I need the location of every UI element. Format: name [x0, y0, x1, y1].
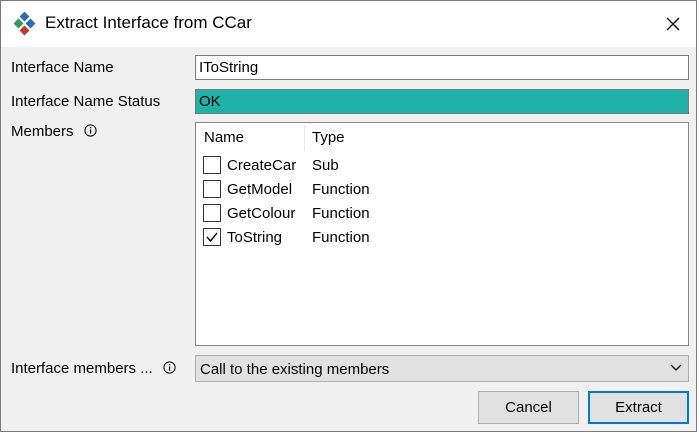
info-icon[interactable] — [163, 361, 176, 374]
interface-name-status-label: Interface Name Status — [11, 93, 161, 110]
member-type: Sub — [312, 157, 339, 174]
title-bar: Extract Interface from CCar — [1, 1, 696, 47]
members-label-group: Members — [11, 123, 97, 140]
interface-members-label-group: Interface members ... — [11, 360, 176, 377]
member-name: GetColour — [227, 205, 296, 222]
member-row[interactable]: GetModel Function — [196, 178, 688, 202]
member-type: Function — [312, 205, 370, 222]
cancel-button[interactable]: Cancel — [478, 391, 579, 424]
close-icon — [666, 17, 680, 31]
column-divider — [304, 125, 305, 151]
interface-name-status-field: OK — [195, 89, 689, 114]
member-name: CreateCar — [227, 157, 297, 174]
diamond-logo-icon — [13, 12, 36, 36]
member-checkbox[interactable] — [203, 204, 221, 222]
interface-members-dropdown[interactable]: Call to the existing members — [195, 355, 689, 382]
extract-button[interactable]: Extract — [588, 391, 689, 424]
close-button[interactable] — [650, 1, 696, 47]
info-icon[interactable] — [84, 124, 97, 137]
member-name: GetModel — [227, 181, 293, 198]
member-checkbox[interactable] — [203, 156, 221, 174]
members-list[interactable]: Name Type CreateCar Sub GetModel Functio… — [195, 122, 689, 346]
member-row[interactable]: GetColour Function — [196, 202, 688, 226]
interface-members-selected: Call to the existing members — [200, 361, 390, 378]
members-list-header: Name Type — [196, 123, 688, 153]
members-label: Members — [11, 123, 74, 140]
extract-interface-dialog: Extract Interface from CCar Interface Na… — [0, 0, 697, 432]
column-header-type[interactable]: Type — [312, 129, 345, 146]
interface-name-label: Interface Name — [11, 59, 114, 76]
member-row[interactable]: ToString Function — [196, 226, 688, 250]
column-header-name[interactable]: Name — [204, 129, 244, 146]
checkmark-icon — [206, 232, 218, 243]
member-name: ToString — [227, 229, 283, 246]
interface-name-input[interactable]: IToString — [195, 55, 689, 80]
window-title: Extract Interface from CCar — [45, 13, 252, 32]
member-type: Function — [312, 181, 370, 198]
member-checkbox-checked[interactable] — [203, 228, 221, 246]
member-row[interactable]: CreateCar Sub — [196, 154, 688, 178]
member-type: Function — [312, 229, 370, 246]
interface-members-label: Interface members ... — [11, 360, 153, 377]
member-checkbox[interactable] — [203, 180, 221, 198]
chevron-down-icon — [670, 364, 682, 371]
